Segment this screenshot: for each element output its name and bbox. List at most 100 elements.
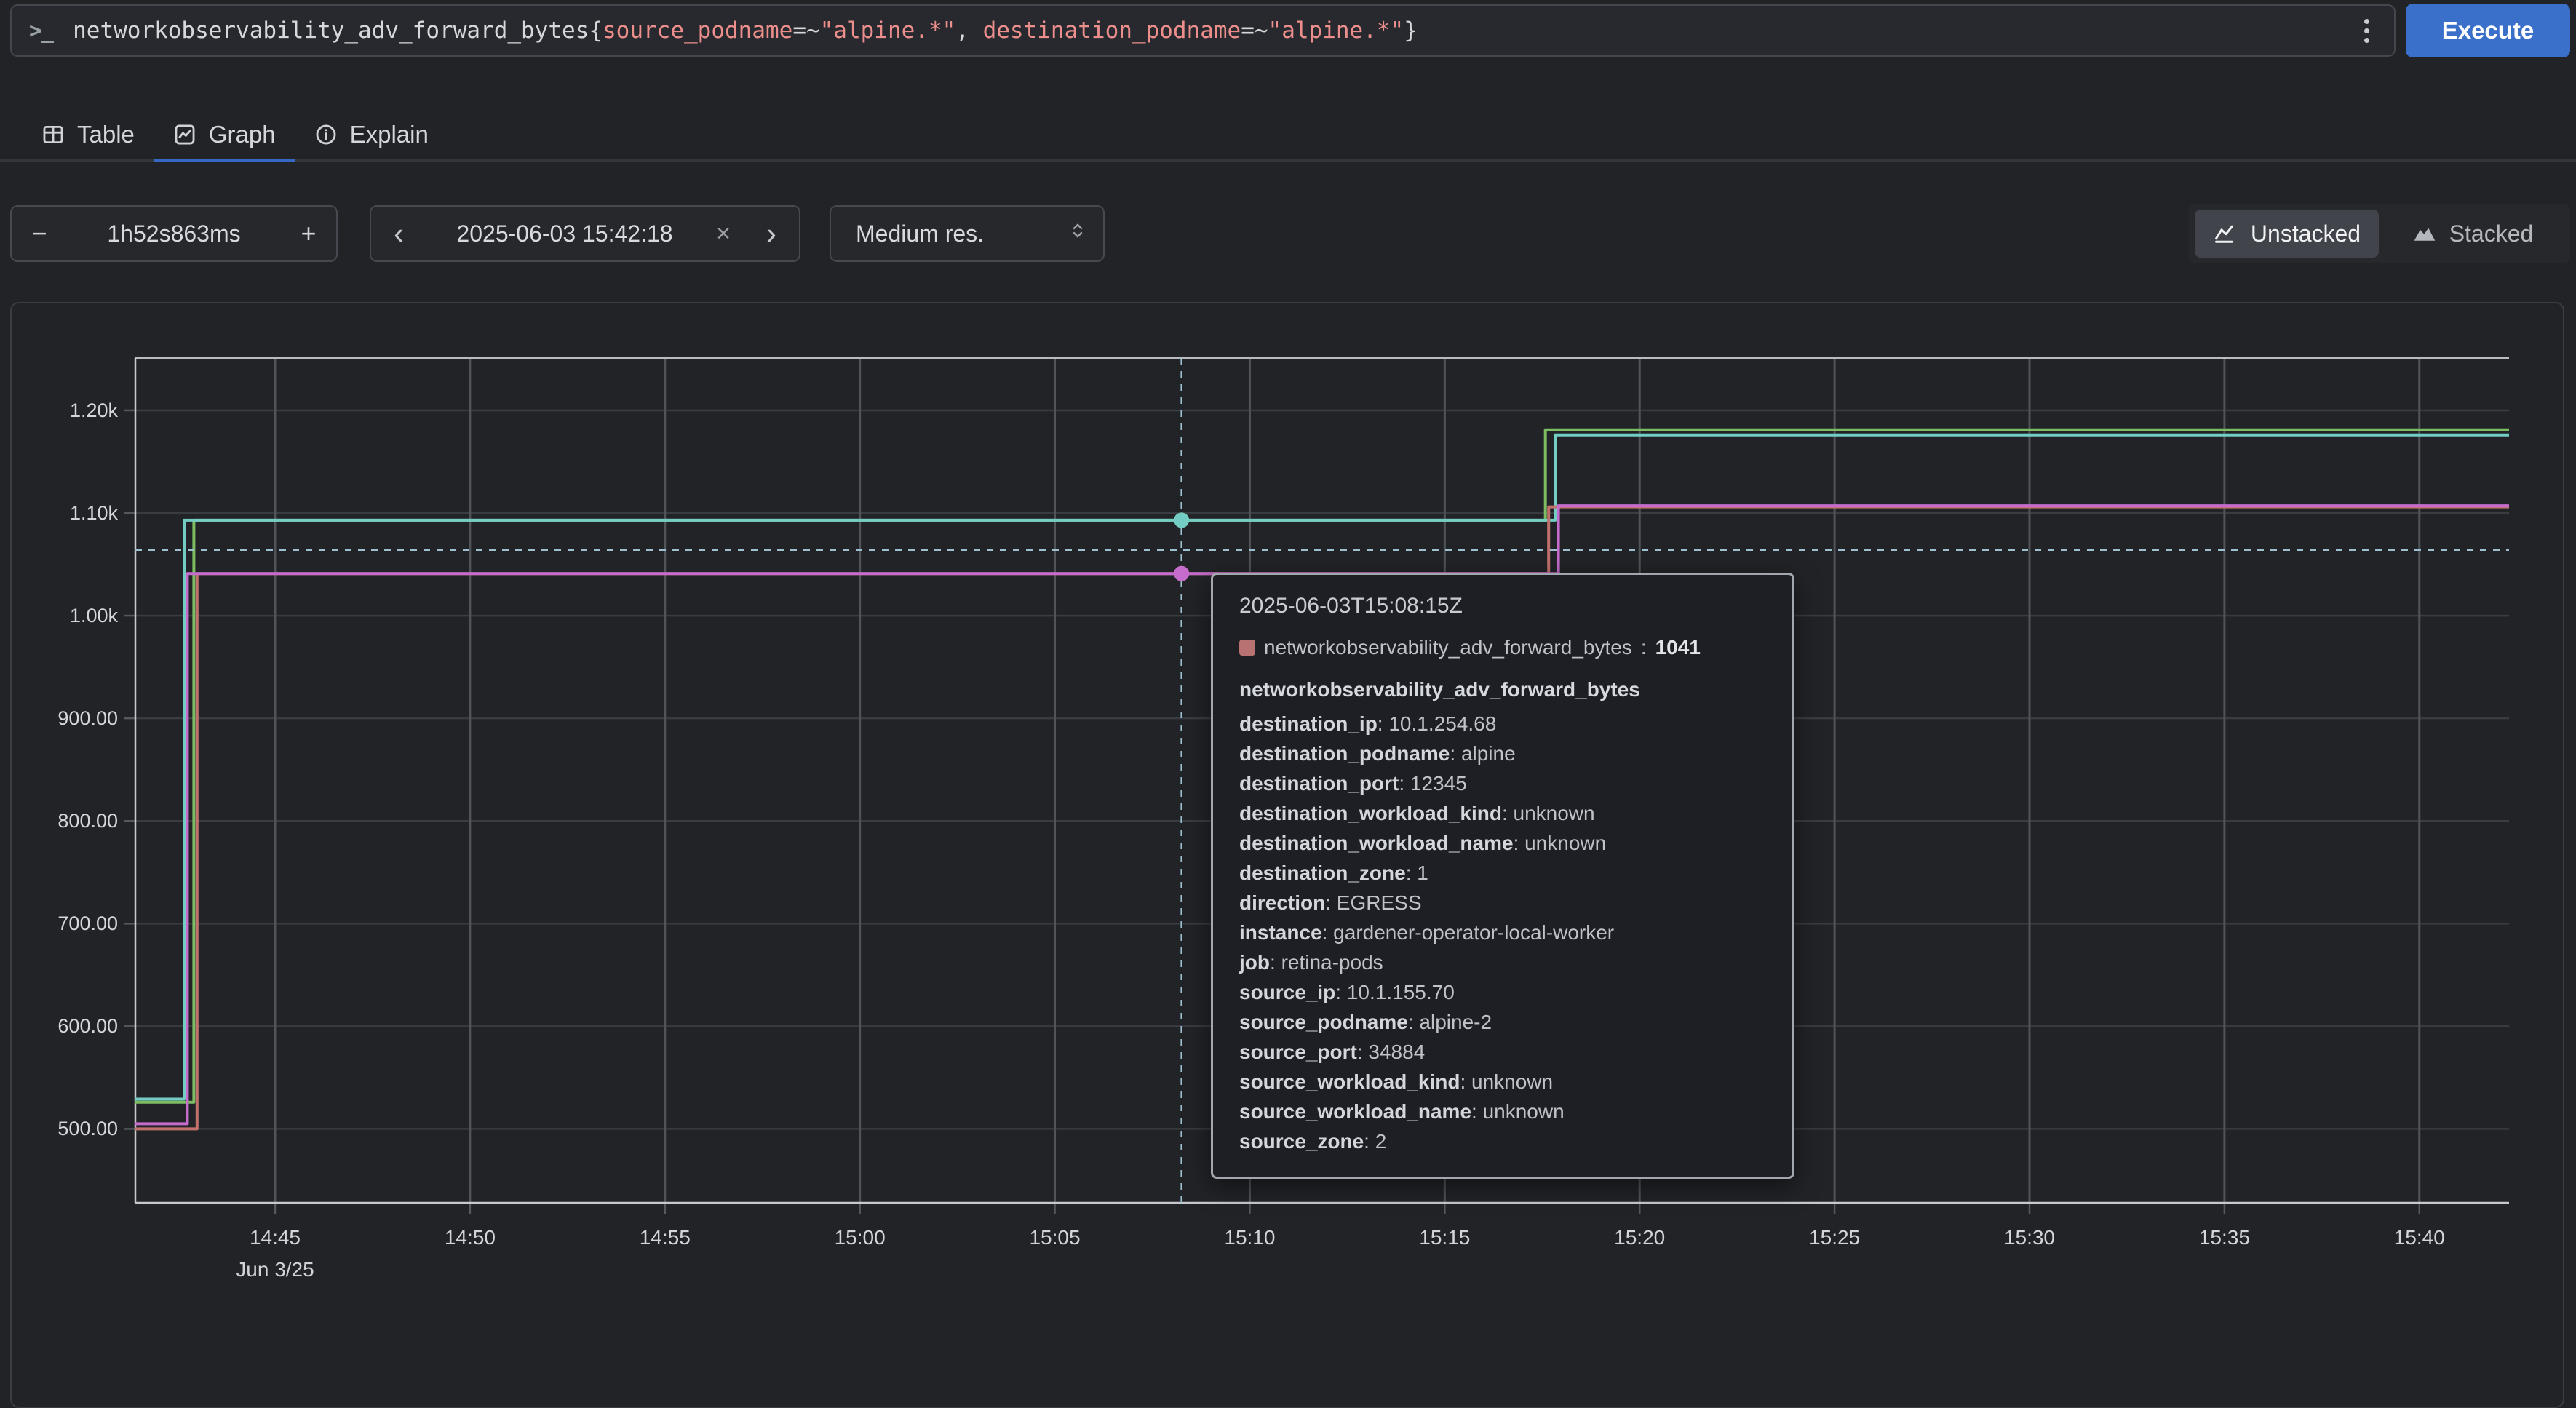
label-separator: : [1357, 1041, 1369, 1063]
label-separator: : [1408, 1011, 1420, 1033]
label-separator: : [1325, 891, 1337, 914]
label-value: retina-pods [1281, 951, 1383, 974]
label-name: destination_zone [1239, 862, 1406, 884]
tooltip-separator: : [1641, 636, 1647, 659]
label-value: gardener-operator-local-worker [1333, 921, 1614, 944]
result-tabs: Table Graph Explain [0, 109, 2576, 162]
label-separator: : [1335, 981, 1347, 1003]
label-value: alpine-2 [1419, 1011, 1492, 1033]
tooltip-label-list: destination_ip: 10.1.254.68destination_p… [1239, 709, 1766, 1156]
label-value: 34884 [1368, 1041, 1425, 1063]
query-segment-punct: , [955, 17, 982, 44]
stacked-button[interactable]: Stacked [2380, 210, 2564, 258]
tooltip-label-row: destination_workload_name: unknown [1239, 828, 1766, 858]
tooltip-series-value: networkobservability_adv_forward_bytes: … [1239, 636, 1766, 659]
tab-table[interactable]: Table [22, 109, 154, 159]
label-separator: : [1450, 742, 1461, 765]
query-segment-metric: networkobservability_adv_forward_bytes [73, 17, 589, 44]
unstacked-label: Unstacked [2251, 220, 2361, 247]
tooltip-label-row: destination_ip: 10.1.254.68 [1239, 709, 1766, 739]
tooltip-label-row: source_workload_kind: unknown [1239, 1067, 1766, 1097]
label-value: 10.1.254.68 [1388, 712, 1496, 735]
tab-label: Table [77, 121, 135, 148]
duration-decrease-button[interactable]: − [12, 207, 67, 260]
label-value: unknown [1514, 802, 1595, 824]
label-value: 2 [1375, 1130, 1387, 1153]
hover-tooltip: 2025-06-03T15:08:15Z networkobservabilit… [1211, 573, 1794, 1179]
label-value: unknown [1471, 1070, 1553, 1093]
duration-value[interactable]: 1h52s863ms [67, 220, 281, 247]
label-name: source_zone [1239, 1130, 1364, 1153]
label-name: destination_workload_name [1239, 832, 1514, 854]
label-name: destination_ip [1239, 712, 1378, 735]
tooltip-label-row: destination_podname: alpine [1239, 739, 1766, 768]
label-separator: : [1322, 921, 1334, 944]
end-time-value[interactable]: 2025-06-03 15:42:18 [426, 220, 703, 247]
query-segment-op: =~ [1241, 17, 1268, 44]
label-separator: : [1378, 712, 1389, 735]
unstacked-icon [2213, 220, 2239, 247]
stacking-toggle: Unstacked Stacked [2189, 204, 2570, 263]
label-name: direction [1239, 891, 1325, 914]
graph-icon [172, 122, 197, 147]
tooltip-label-row: destination_workload_kind: unknown [1239, 798, 1766, 828]
query-segment-string: "alpine.*" [820, 17, 956, 44]
label-name: source_podname [1239, 1011, 1408, 1033]
label-value: unknown [1524, 832, 1606, 854]
tooltip-series-header: networkobservability_adv_forward_bytes [1239, 678, 1766, 701]
tab-graph[interactable]: Graph [154, 109, 295, 159]
label-name: destination_podname [1239, 742, 1450, 765]
tooltip-metric-name: networkobservability_adv_forward_bytes [1264, 636, 1632, 659]
duration-increase-button[interactable]: + [281, 207, 336, 260]
stacked-icon [2412, 220, 2438, 247]
stacked-label: Stacked [2449, 220, 2534, 247]
label-value: unknown [1483, 1100, 1565, 1123]
time-back-button[interactable]: ‹ [371, 207, 426, 260]
kebab-menu-icon[interactable] [2345, 9, 2388, 52]
label-name: source_ip [1239, 981, 1335, 1003]
tooltip-label-row: destination_port: 12345 [1239, 768, 1766, 798]
execute-button[interactable]: Execute [2406, 4, 2570, 57]
label-value: EGRESS [1337, 891, 1422, 914]
label-separator: : [1514, 832, 1525, 854]
label-separator: : [1406, 862, 1418, 884]
unstacked-button[interactable]: Unstacked [2195, 210, 2379, 258]
tooltip-value: 1041 [1655, 636, 1701, 659]
tooltip-label-row: source_podname: alpine-2 [1239, 1007, 1766, 1037]
tooltip-label-row: job: retina-pods [1239, 947, 1766, 977]
query-segment-punct: { [589, 17, 603, 44]
label-separator: : [1270, 951, 1281, 974]
label-separator: : [1471, 1100, 1483, 1123]
time-forward-button[interactable]: › [744, 207, 799, 260]
label-name: instance [1239, 921, 1322, 944]
resolution-value: Medium res. [856, 220, 984, 247]
clear-time-button[interactable]: × [703, 207, 744, 260]
resolution-select[interactable]: Medium res. [830, 205, 1105, 262]
tooltip-label-row: source_ip: 10.1.155.70 [1239, 977, 1766, 1007]
end-time-control: ‹ 2025-06-03 15:42:18 × › [370, 205, 800, 262]
label-name: destination_workload_kind [1239, 802, 1502, 824]
label-value: 1 [1417, 862, 1428, 884]
label-name: source_workload_name [1239, 1100, 1471, 1123]
label-separator: : [1364, 1130, 1375, 1153]
label-value: alpine [1461, 742, 1516, 765]
tab-explain[interactable]: Explain [295, 109, 448, 159]
tooltip-timestamp: 2025-06-03T15:08:15Z [1239, 594, 1766, 619]
series-color-swatch [1239, 640, 1255, 656]
explain-icon [314, 122, 338, 147]
tab-label: Graph [209, 121, 276, 148]
query-segment-label: destination_podname [983, 17, 1241, 44]
tooltip-label-row: instance: gardener-operator-local-worker [1239, 918, 1766, 947]
query-input[interactable]: >_ networkobservability_adv_forward_byte… [10, 4, 2396, 57]
tooltip-label-row: source_workload_name: unknown [1239, 1097, 1766, 1126]
table-icon [41, 122, 65, 147]
label-value: 10.1.155.70 [1347, 981, 1455, 1003]
query-segment-label: source_podname [603, 17, 792, 44]
tooltip-label-row: direction: EGRESS [1239, 888, 1766, 918]
tooltip-label-row: source_zone: 2 [1239, 1126, 1766, 1156]
select-chevrons-icon [1067, 220, 1089, 247]
label-value: 12345 [1410, 772, 1467, 795]
query-segment-punct: } [1404, 17, 1418, 44]
query-expression[interactable]: networkobservability_adv_forward_bytes{s… [73, 17, 2345, 44]
tooltip-label-row: source_port: 34884 [1239, 1037, 1766, 1067]
